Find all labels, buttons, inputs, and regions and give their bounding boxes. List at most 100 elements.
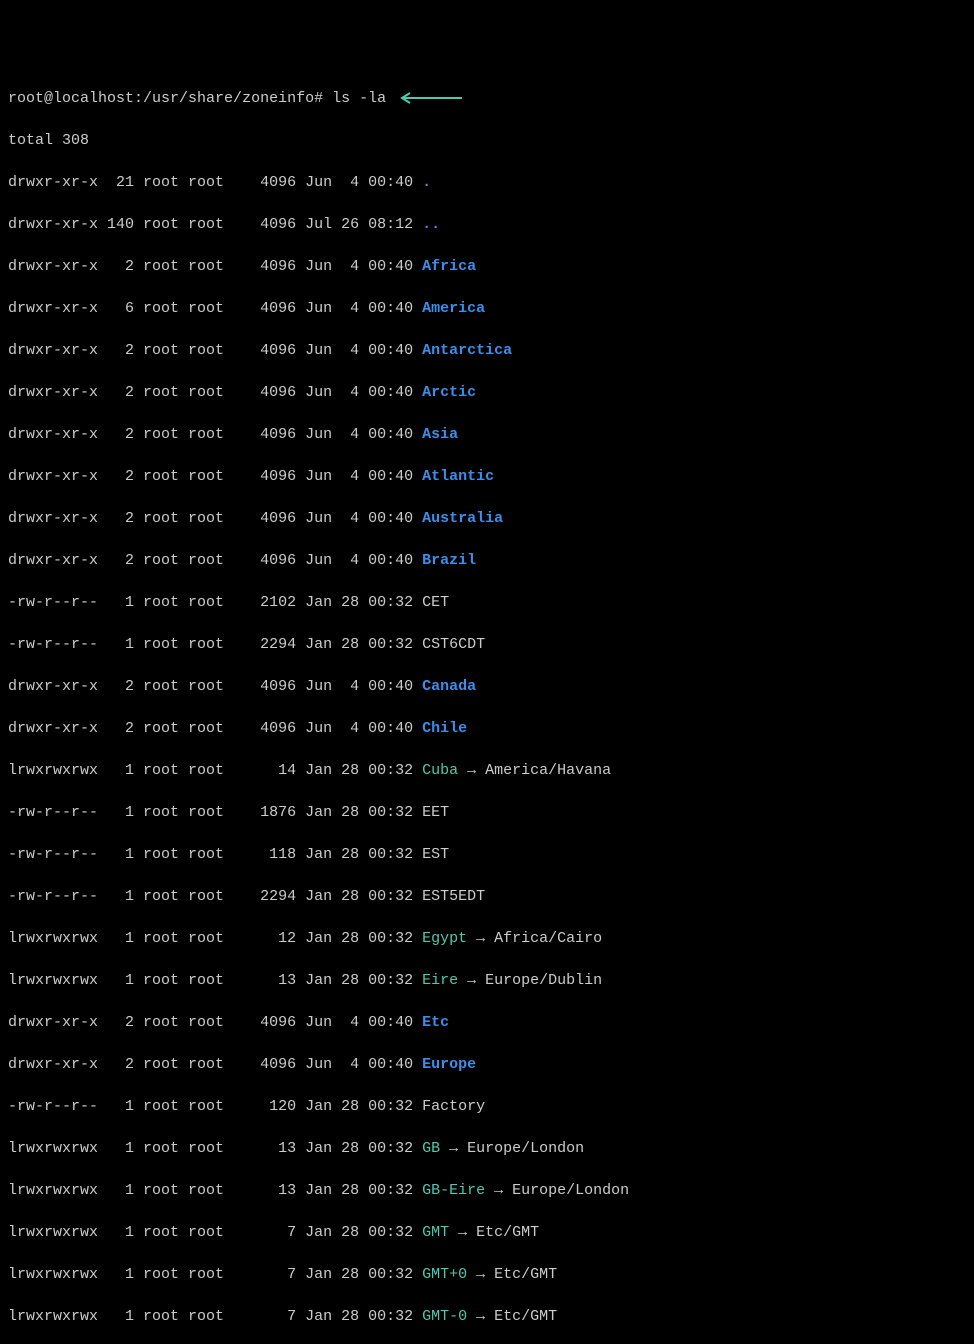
listing-row: drwxr-xr-x 2 root root 4096 Jun 4 00:40 … (8, 1054, 966, 1075)
owner: root (134, 930, 179, 947)
entry-name: GMT-0 (413, 1308, 467, 1325)
listing-row: -rw-r--r-- 1 root root 2294 Jan 28 00:32… (8, 886, 966, 907)
symlink-target: Europe/Dublin (485, 972, 602, 989)
listing-row: lrwxrwxrwx 1 root root 7 Jan 28 00:32 GM… (8, 1264, 966, 1285)
listing-row: drwxr-xr-x 2 root root 4096 Jun 4 00:40 … (8, 466, 966, 487)
owner: root (134, 888, 179, 905)
listing-row: -rw-r--r-- 1 root root 120 Jan 28 00:32 … (8, 1096, 966, 1117)
date: Jun 4 00:40 (296, 468, 413, 485)
permissions: drwxr-xr-x (8, 216, 98, 233)
entry-name: Egypt (413, 930, 467, 947)
link-count: 2 (98, 468, 134, 485)
listing-row: lrwxrwxrwx 1 root root 13 Jan 28 00:32 G… (8, 1138, 966, 1159)
group: root (179, 216, 224, 233)
group: root (179, 342, 224, 359)
entry-name: Africa (413, 258, 476, 275)
date: Jun 4 00:40 (296, 258, 413, 275)
entry-name: Australia (413, 510, 503, 527)
size: 4096 (224, 678, 296, 695)
date: Jun 4 00:40 (296, 1056, 413, 1073)
listing-row: drwxr-xr-x 2 root root 4096 Jun 4 00:40 … (8, 340, 966, 361)
symlink-target: Africa/Cairo (494, 930, 602, 947)
group: root (179, 720, 224, 737)
arrow-annotation-icon (394, 88, 464, 109)
owner: root (134, 720, 179, 737)
listing-row: lrwxrwxrwx 1 root root 7 Jan 28 00:32 GM… (8, 1222, 966, 1243)
date: Jan 28 00:32 (296, 1098, 413, 1115)
size: 1876 (224, 804, 296, 821)
owner: root (134, 1266, 179, 1283)
date: Jan 28 00:32 (296, 636, 413, 653)
symlink-arrow-icon: → (485, 1182, 512, 1199)
listing-row: -rw-r--r-- 1 root root 2294 Jan 28 00:32… (8, 634, 966, 655)
entry-name: Cuba (413, 762, 458, 779)
link-count: 2 (98, 1056, 134, 1073)
link-count: 1 (98, 636, 134, 653)
symlink-arrow-icon: → (458, 762, 485, 779)
size: 4096 (224, 468, 296, 485)
group: root (179, 1140, 224, 1157)
link-count: 2 (98, 1014, 134, 1031)
group: root (179, 1098, 224, 1115)
entry-name: America (413, 300, 485, 317)
date: Jan 28 00:32 (296, 846, 413, 863)
entry-name: Arctic (413, 384, 476, 401)
size: 4096 (224, 174, 296, 191)
size: 4096 (224, 1056, 296, 1073)
group: root (179, 552, 224, 569)
prompt-symbol: # (314, 90, 323, 107)
size: 13 (224, 1182, 296, 1199)
link-count: 2 (98, 342, 134, 359)
size: 4096 (224, 342, 296, 359)
listing-row: lrwxrwxrwx 1 root root 13 Jan 28 00:32 G… (8, 1180, 966, 1201)
permissions: lrwxrwxrwx (8, 762, 98, 779)
permissions: lrwxrwxrwx (8, 1308, 98, 1325)
link-count: 2 (98, 510, 134, 527)
permissions: drwxr-xr-x (8, 552, 98, 569)
group: root (179, 1014, 224, 1031)
size: 4096 (224, 720, 296, 737)
listing-row: -rw-r--r-- 1 root root 1876 Jan 28 00:32… (8, 802, 966, 823)
owner: root (134, 216, 179, 233)
listing-row: drwxr-xr-x 2 root root 4096 Jun 4 00:40 … (8, 424, 966, 445)
owner: root (134, 174, 179, 191)
group: root (179, 258, 224, 275)
date: Jun 4 00:40 (296, 300, 413, 317)
owner: root (134, 384, 179, 401)
link-count: 6 (98, 300, 134, 317)
permissions: drwxr-xr-x (8, 174, 98, 191)
date: Jan 28 00:32 (296, 1266, 413, 1283)
group: root (179, 846, 224, 863)
entry-name: GMT+0 (413, 1266, 467, 1283)
link-count: 1 (98, 1266, 134, 1283)
group: root (179, 804, 224, 821)
size: 7 (224, 1266, 296, 1283)
owner: root (134, 1140, 179, 1157)
group: root (179, 972, 224, 989)
link-count: 2 (98, 258, 134, 275)
entry-name: CET (413, 594, 449, 611)
group: root (179, 174, 224, 191)
owner: root (134, 1098, 179, 1115)
link-count: 1 (98, 1308, 134, 1325)
date: Jan 28 00:32 (296, 804, 413, 821)
terminal-output[interactable]: root@localhost:/usr/share/zoneinfo# ls -… (8, 88, 966, 1344)
permissions: drwxr-xr-x (8, 342, 98, 359)
owner: root (134, 300, 179, 317)
prompt-user-host: root@localhost (8, 90, 134, 107)
permissions: drwxr-xr-x (8, 426, 98, 443)
owner: root (134, 636, 179, 653)
link-count: 1 (98, 930, 134, 947)
owner: root (134, 678, 179, 695)
size: 7 (224, 1224, 296, 1241)
prompt-path: /usr/share/zoneinfo (143, 90, 314, 107)
link-count: 1 (98, 972, 134, 989)
permissions: lrwxrwxrwx (8, 1140, 98, 1157)
owner: root (134, 1014, 179, 1031)
entry-name: Antarctica (413, 342, 512, 359)
group: root (179, 678, 224, 695)
link-count: 2 (98, 720, 134, 737)
size: 13 (224, 972, 296, 989)
owner: root (134, 552, 179, 569)
symlink-target: Etc/GMT (476, 1224, 539, 1241)
